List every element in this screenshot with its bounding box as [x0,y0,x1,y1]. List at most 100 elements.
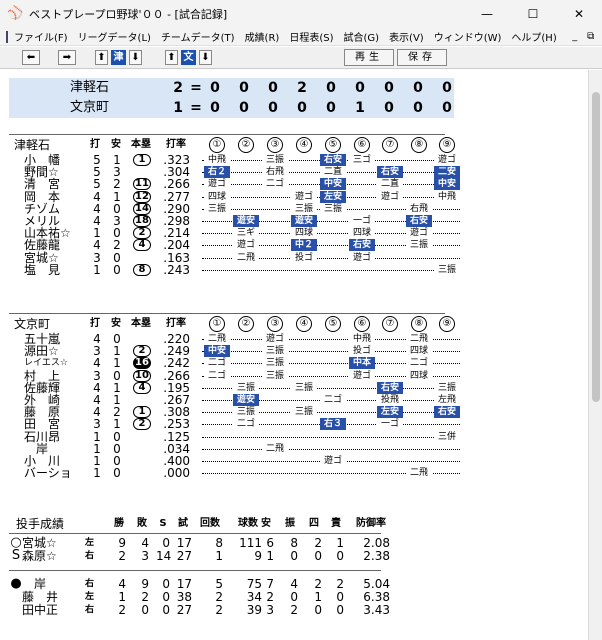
batter-hits: 1 [113,344,121,359]
menu-item[interactable]: 日程表(S) [289,29,333,44]
pitcher-hand: 右 [85,579,95,589]
batter-hr: 1 [131,154,153,166]
team1-down-button[interactable]: ⬇ [129,50,142,65]
batter-row[interactable]: チゾム 4 0 14.290 三振 三振 三振 右飛 [0,202,588,215]
hit-result: 右安 [349,239,375,252]
out-result: 右飛 [262,166,288,179]
batter-row[interactable]: 村 上 3 0 10 .266 二ゴ 三振 遊ゴ 四球 [0,369,588,382]
linescore-inning: 2 [297,80,307,96]
team2-up-button[interactable]: ⬆ [165,50,178,65]
out-result: 三併 [434,430,460,443]
linescore-inning: 0 [239,100,249,116]
menu-item[interactable]: リーグデータ(L) [78,29,151,44]
batter-row[interactable]: メリル 4 3 18 .298 遊安 遊安 一ゴ 右安 [0,215,588,227]
prev-game-button[interactable]: ⬅ [22,50,40,65]
pitcher-row[interactable]: ○ 宮城☆ 左 9 4 0 17 8 111 6 8 2 1 2.08 [0,536,588,551]
batter-row[interactable]: 塩 見 1 0 8 .243 三振 [0,263,588,276]
out-result: 三ゴ [349,154,375,166]
menu-item[interactable]: ウィンドウ(W) [434,29,502,44]
menu-item[interactable]: 表示(V) [389,29,424,44]
pitcher-row[interactable]: ● 岸右 4 9 0 17 5 75 7 4 2 2 5.04 [0,577,588,592]
batter-row[interactable]: 小 川 1 0 .400 遊ゴ [0,455,588,467]
batter-hits: 1 [113,380,121,395]
batter-row[interactable]: 藤 原 4 2 1.308 三振 三振 左安 右安 [0,406,588,419]
batter-avg: .277 [163,189,190,204]
col-header-ab: 打 [90,139,100,150]
pitcher-stat: 0 [290,590,298,604]
pitcher-row[interactable]: 田中正右 2 0 0 27 2 39 3 2 0 0 3.43 [0,603,588,617]
pitcher-stat: 14 [156,549,172,563]
maximize-button[interactable]: ☐ [510,0,556,28]
batter-row[interactable]: 野間☆ 5 3.304 右２ 右飛 二直 右安 二安 [0,166,588,179]
out-result: 二飛 [233,251,259,264]
batter-row[interactable]: 岸 1 0 .034 二飛 [0,442,588,455]
batter-hr: 12 [131,190,153,203]
out-result: 二ゴ [262,178,288,191]
inning-header: ⑧ [411,316,427,332]
menu-item[interactable]: 成績(R) [245,29,280,44]
hit-result: 右２ [204,166,230,179]
menu-item[interactable]: ヘルプ(H) [511,29,556,44]
batter-avg: .298 [163,214,190,228]
batter-row[interactable]: 宮城☆ 3 0 .163 二飛 投ゴ 遊ゴ [0,251,588,264]
mdi-control-button[interactable]: ⧉ [583,31,599,42]
batter-hits: 2 [113,238,121,253]
pitching-col-header: 回数 [200,518,220,529]
scrollbar-thumb[interactable] [592,92,600,402]
batter-row[interactable]: レイエス☆ 4 1 16 .242 二ゴ 三振 中本 二ゴ [0,357,588,370]
save-button[interactable]: 保存 [397,49,447,66]
batter-row[interactable]: 五十嵐 4 0 .220 二飛 遊ゴ 中飛 二飛 [0,333,588,345]
team1-selector[interactable]: 津 [111,50,126,65]
batter-row[interactable]: バーショ 1 0 .000 二飛 [0,467,588,480]
pitcher-stat: 2 [141,590,149,604]
out-result: 中飛 [434,190,460,203]
pitcher-stat: 17 [176,536,192,550]
pitcher-stat: 9 [141,577,149,591]
next-game-button[interactable]: ➡ [58,50,76,65]
pitcher-row[interactable]: S 森原☆ 右 2 3 14 27 1 9 1 0 0 0 2.38 [0,549,588,564]
menu-item[interactable]: チームデータ(T) [161,29,235,44]
pitcher-row[interactable]: 藤 井左 1 2 0 38 2 34 2 0 1 0 6.38 [0,590,588,604]
team2-down-button[interactable]: ⬇ [199,50,212,65]
batter-row[interactable]: 小 幡 5 1 1.323 中飛 三振 右安 三ゴ 遊ゴ [0,154,588,166]
menu-item[interactable]: ファイル(F) [14,29,68,44]
batter-avg: .195 [163,380,190,395]
game-record-panel: 津軽石 2 = 0 0 0 2 0 0 0 0 0 文京町 1 = 0 0 0 0 0 1 0 0 0 津軽石打安本塁 打率 ① ② ③… [0,70,588,640]
out-result: 三振 [204,202,230,215]
close-button[interactable]: ✕ [556,0,602,28]
batter-hr: 2 [131,227,153,240]
document-icon[interactable] [6,30,8,43]
replay-button[interactable]: 再生 [344,49,394,66]
team2-selector[interactable]: 文 [181,50,196,65]
linescore-team: 文京町 [69,100,109,115]
batter-row[interactable]: 山本祐☆ 1 0 2.214 三ギ 四球 四球 遊ゴ [0,227,588,240]
linescore-separator: = [190,100,202,116]
linescore-inning: 0 [442,80,452,96]
batter-hr: 14 [131,202,153,215]
mdi-control-button[interactable]: _ [567,31,583,42]
linescore-inning: 0 [326,80,336,96]
batter-row[interactable]: 外 崎 4 1 .267 遊安 二ゴ 投飛 左飛 [0,394,588,406]
pitching-team-separator [9,570,381,571]
batter-ab: 4 [93,332,101,346]
batter-row[interactable]: 佐藤龍 4 2 4 .204 遊ゴ 中２ 右安 三振 [0,238,588,253]
out-result: 三振 [434,381,460,394]
batter-name: 小 幡 [24,153,61,167]
pitching-col-header: S [159,518,167,529]
batter-row[interactable]: 清 宮 5 2 11 .266 遊ゴ 二ゴ 中安 二直 中安 [0,178,588,191]
inning-header: ⑧ [411,137,427,153]
batter-row[interactable]: 佐藤輝 4 1 4 .195 三振 三振 右安 三振 [0,380,588,395]
pitcher-stat: 1 [118,590,126,604]
vertical-scrollbar[interactable] [588,70,602,640]
team1-up-button[interactable]: ⬆ [95,50,108,65]
batter-row[interactable]: 田 宮 3 1 2 .253 二ゴ 右３ 一ゴ [0,418,588,431]
batter-row[interactable]: 岡 本 4 1 12.277 四球 遊ゴ 左安 遊ゴ 中飛 [0,189,588,204]
out-result: 三振 [320,202,346,215]
hit-result: 遊安 [233,215,259,227]
batter-row[interactable]: 石川昂 1 0 .125 三併 [0,430,588,443]
minimize-button[interactable]: — [464,0,510,28]
pitcher-stat: 0 [336,603,344,617]
menu-item[interactable]: 試合(G) [343,29,379,44]
hit-result: 左安 [320,190,346,203]
batter-row[interactable]: 源田☆ 3 1 2 .249 中安 三振 投ゴ 四球 [0,344,588,359]
